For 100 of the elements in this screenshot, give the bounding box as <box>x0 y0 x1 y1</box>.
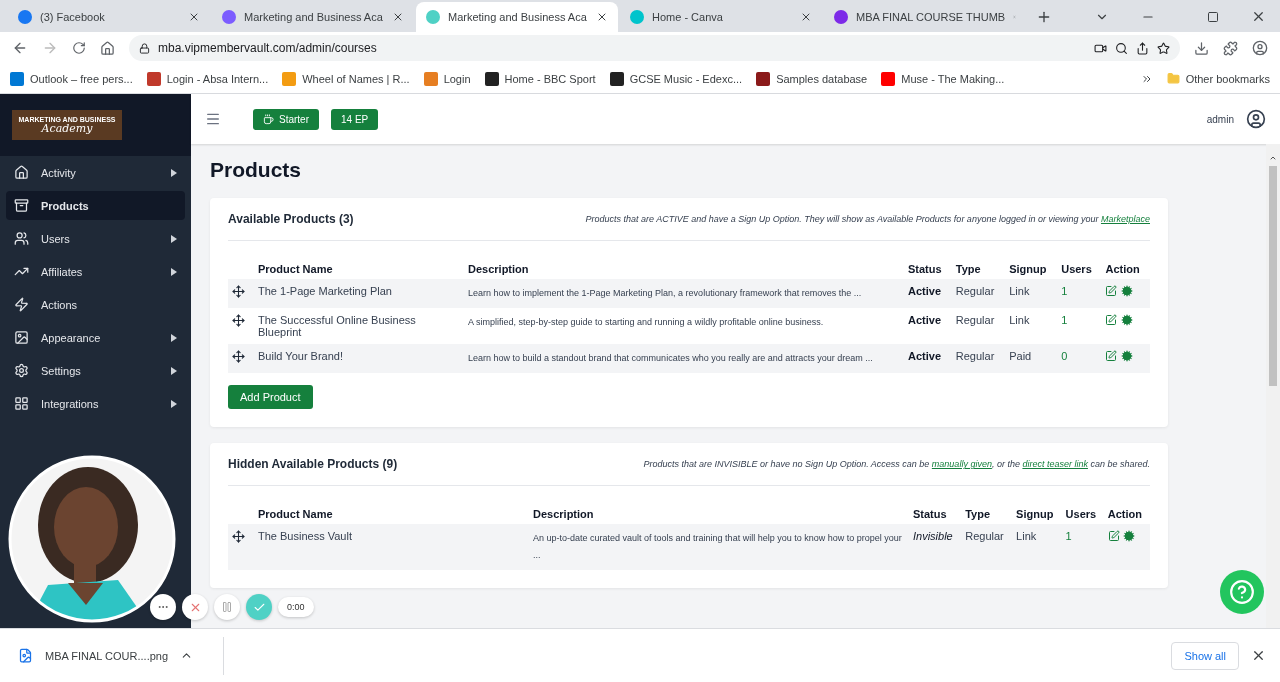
bookmark-favicon-icon <box>146 71 161 86</box>
tab-favicon-icon <box>834 10 848 24</box>
sidebar-item[interactable]: Products <box>6 191 185 220</box>
bookmark[interactable]: Login <box>423 71 471 86</box>
bookmark-favicon-icon <box>881 71 896 86</box>
bookmark[interactable]: Muse - The Making... <box>881 71 1005 86</box>
sidebar-item[interactable]: Integrations <box>6 389 185 418</box>
note-link[interactable]: Marketplace <box>1100 214 1150 224</box>
bookmark[interactable]: Login - Absa Intern... <box>146 71 269 86</box>
drag-handle-icon[interactable] <box>232 314 245 328</box>
browser-tab[interactable]: Home - Canva <box>620 2 822 32</box>
signup-text: Paid <box>1009 350 1032 363</box>
address-bar[interactable]: mba.vipmembervault.com/admin/courses <box>129 35 1180 61</box>
grid-icon <box>14 396 29 411</box>
users-icon <box>14 231 29 246</box>
profile-icon[interactable] <box>1252 40 1268 56</box>
bookmark-favicon-icon <box>484 71 499 86</box>
new-tab-icon[interactable] <box>1036 9 1052 25</box>
other-bookmarks[interactable]: Other bookmarks <box>1166 72 1270 85</box>
drag-handle-icon[interactable] <box>232 350 245 364</box>
status-text: Active <box>908 350 942 363</box>
scrollbar-thumb[interactable] <box>1269 166 1277 386</box>
home-icon[interactable] <box>100 40 115 56</box>
maximize-icon[interactable] <box>1207 11 1219 23</box>
zoom-icon[interactable] <box>1115 41 1128 55</box>
bookmark[interactable]: Home - BBC Sport <box>484 71 596 86</box>
section-note: Products that are ACTIVE and have a Sign Up Option. They will show as Available Products for anyone logged in or viewing your Marketplace <box>585 214 1150 224</box>
menu-icon[interactable] <box>205 111 221 127</box>
scroll-up-icon[interactable] <box>1269 154 1277 162</box>
browser-tab[interactable]: Marketing and Business Aca <box>416 2 618 32</box>
users-count: 1 <box>1065 530 1072 543</box>
edit-icon[interactable] <box>1105 285 1118 297</box>
product-description: Learn how to build a standout brand that communicates who you really are and attracts your dream ... <box>468 353 873 364</box>
edit-icon[interactable] <box>1105 314 1118 327</box>
bookmark[interactable]: GCSE Music - Edexc... <box>609 71 743 86</box>
column-header: Product Name <box>254 259 464 279</box>
note-link[interactable]: direct teaser link <box>1022 459 1088 470</box>
bookmark[interactable]: Wheel of Names | R... <box>282 71 410 86</box>
section-title: Hidden Available Products (9) <box>228 457 398 472</box>
tab-favicon-icon <box>18 10 32 24</box>
product-description: An up-to-date curated vault of tools and training that will help you to know how to propel your ... <box>533 533 902 561</box>
edit-icon[interactable] <box>1107 530 1120 543</box>
plan-badge[interactable]: Starter <box>253 108 319 130</box>
star-icon[interactable] <box>1157 41 1170 55</box>
download-file-name[interactable]: MBA FINAL COUR....png <box>45 649 169 662</box>
file-icon <box>18 648 33 663</box>
puzzle-icon[interactable] <box>1223 40 1238 56</box>
signup-text: Link <box>1016 530 1037 543</box>
edit-icon[interactable] <box>1105 350 1118 363</box>
bookmark[interactable]: Samples database <box>756 71 868 86</box>
section-note: Products that are INVISIBLE or have no Sign Up Option. Access can be manually given, or the direct teaser link can be shared. <box>643 459 1150 470</box>
share-icon[interactable] <box>1136 41 1149 55</box>
sidebar-item[interactable]: Activity <box>6 158 185 187</box>
status-text: Active <box>908 314 942 327</box>
bookmark-favicon-icon <box>282 71 297 86</box>
bookmark-favicon-icon <box>609 71 624 86</box>
column-header: Users <box>1057 259 1102 279</box>
user-avatar-icon[interactable] <box>1246 109 1266 129</box>
plan-badge[interactable]: 14 EP <box>331 108 379 130</box>
reload-icon[interactable] <box>72 41 86 55</box>
product-name: Build Your Brand! <box>258 350 343 363</box>
sidebar-item[interactable]: Users <box>6 224 185 253</box>
type-text: Regular <box>955 314 995 327</box>
product-name: The Business Vault <box>258 530 352 543</box>
add-product-button[interactable]: Add Product <box>228 385 313 410</box>
cup-icon <box>263 113 274 125</box>
column-header: Users <box>1061 504 1104 525</box>
lock-icon <box>139 42 150 54</box>
sidebar-item[interactable]: Appearance <box>6 323 185 352</box>
browser-tab[interactable]: Marketing and Business Aca <box>212 2 414 32</box>
user-name[interactable]: admin <box>1206 113 1234 125</box>
bookmark-favicon-icon <box>10 71 24 86</box>
sidebar-item[interactable]: Affiliates <box>6 257 185 286</box>
folder-icon <box>1166 72 1180 85</box>
help-icon <box>1229 579 1255 605</box>
product-description: Learn how to implement the 1-Page Marketing Plan, a revolutionary framework that removes the ... <box>468 288 862 298</box>
download-icon[interactable] <box>1194 40 1209 56</box>
sidebar-item[interactable]: Actions <box>6 290 185 319</box>
recording-timer: 0:00 <box>278 597 314 617</box>
drag-handle-icon[interactable] <box>232 530 245 544</box>
browser-tab[interactable]: (3) Facebook <box>8 2 210 32</box>
tab-favicon-icon <box>426 10 440 24</box>
tab-favicon-icon <box>630 10 644 24</box>
column-header: Description <box>529 504 909 525</box>
sidebar-item[interactable]: Settings <box>6 356 185 385</box>
drag-handle-icon[interactable] <box>232 285 245 298</box>
home-icon <box>14 165 29 180</box>
pause-icon <box>221 601 233 613</box>
browser-tab[interactable]: MBA FINAL COURSE THUMB <box>824 2 1026 32</box>
note-link[interactable]: manually given <box>931 459 992 470</box>
column-header: Action <box>1103 504 1150 525</box>
show-all-button[interactable]: Show all <box>1171 641 1239 670</box>
product-name: The 1-Page Marketing Plan <box>258 285 392 297</box>
back-icon[interactable] <box>12 40 28 56</box>
bookmark[interactable]: Outlook – free pers... <box>10 71 133 86</box>
type-text: Regular <box>965 530 1004 543</box>
status-text: Invisible <box>913 530 953 543</box>
column-header: Status <box>909 504 962 525</box>
column-header: Type <box>951 259 1006 279</box>
product-description: A simplified, step-by-step guide to starting and running a wildly profitable online business. <box>468 317 824 328</box>
